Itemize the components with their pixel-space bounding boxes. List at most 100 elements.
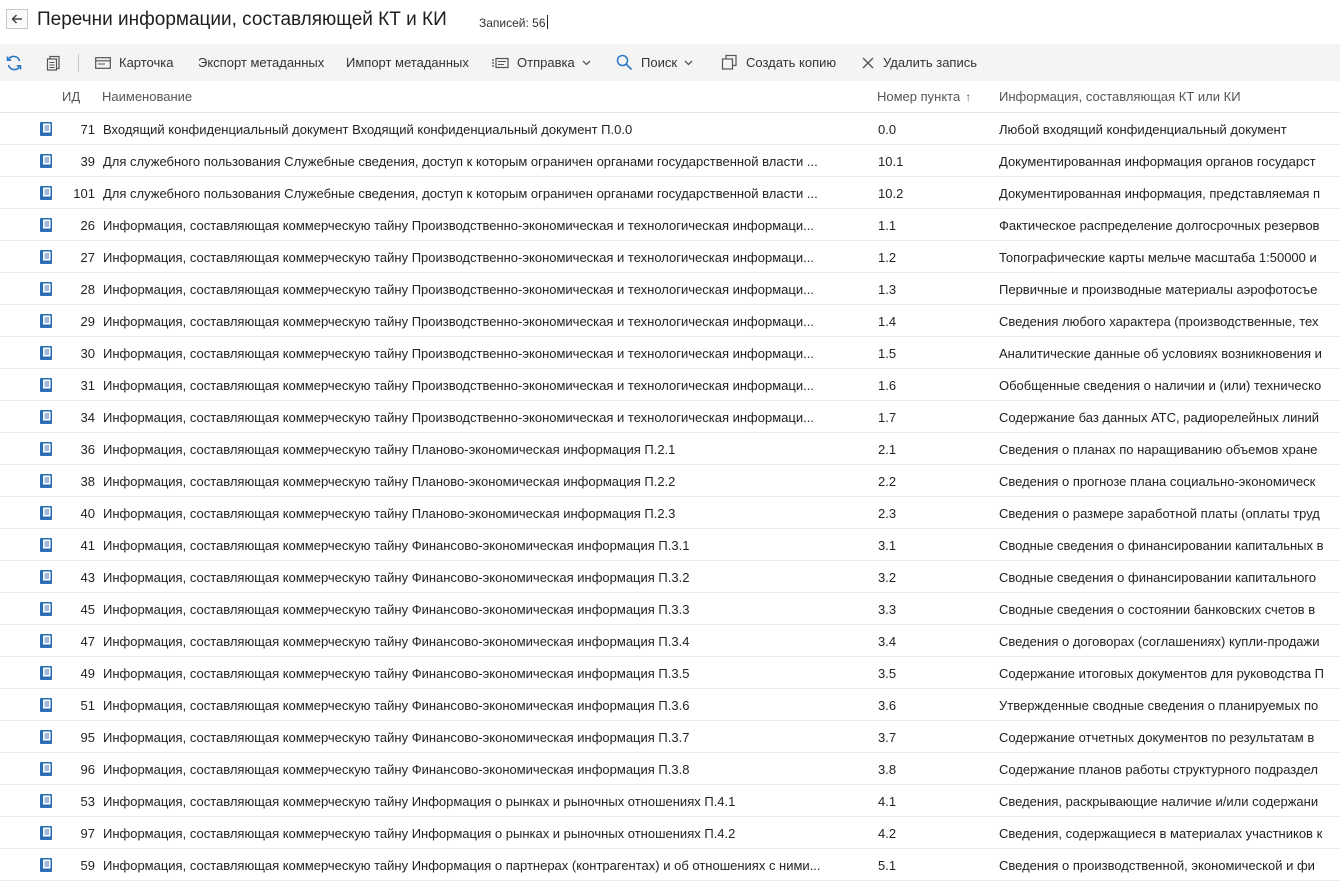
cell-name: Информация, составляющая коммерческую та… bbox=[103, 346, 814, 361]
cell-id: 28 bbox=[80, 282, 95, 297]
document-icon bbox=[40, 346, 52, 360]
cell-id: 43 bbox=[80, 570, 95, 585]
cell-id: 96 bbox=[80, 762, 95, 777]
table-row[interactable]: 29 Информация, составляющая коммерческую … bbox=[0, 305, 1340, 337]
send-dropdown[interactable]: Отправка bbox=[491, 44, 591, 81]
cell-number: 1.2 bbox=[878, 250, 897, 265]
search-label: Поиск bbox=[641, 55, 678, 70]
cell-info: Первичные и производные материалы аэрофо… bbox=[999, 282, 1318, 297]
back-arrow-icon bbox=[11, 14, 22, 24]
cell-id: 34 bbox=[80, 410, 95, 425]
refresh-icon bbox=[6, 55, 22, 70]
cell-info: Сведения о размере заработной платы (опл… bbox=[999, 506, 1320, 521]
table-row[interactable]: 31 Информация, составляющая коммерческую … bbox=[0, 369, 1340, 401]
cell-number: 10.1 bbox=[878, 154, 904, 169]
cell-name: Информация, составляющая коммерческую та… bbox=[103, 762, 690, 777]
table-row[interactable]: 45 Информация, составляющая коммерческую … bbox=[0, 593, 1340, 625]
table-row[interactable]: 39 Для служебного пользования Служебные с… bbox=[0, 145, 1340, 177]
table-row[interactable]: 59 Информация, составляющая коммерческую … bbox=[0, 849, 1340, 881]
search-dropdown[interactable]: Поиск bbox=[616, 44, 693, 81]
sort-ascending-icon: ↑ bbox=[965, 90, 972, 104]
cell-id: 53 bbox=[80, 794, 95, 809]
card-button[interactable]: Карточка bbox=[95, 44, 173, 81]
cell-name: Информация, составляющая коммерческую та… bbox=[103, 602, 690, 617]
cell-info: Сведения о планах по наращиванию объемов… bbox=[999, 442, 1318, 457]
column-header-name[interactable]: Наименование bbox=[102, 89, 192, 104]
table-row[interactable]: 34 Информация, составляющая коммерческую … bbox=[0, 401, 1340, 433]
cell-id: 40 bbox=[80, 506, 95, 521]
refresh-button[interactable] bbox=[5, 44, 23, 81]
cell-id: 30 bbox=[80, 346, 95, 361]
table-row[interactable]: 51 Информация, составляющая коммерческую … bbox=[0, 689, 1340, 721]
cell-id: 27 bbox=[80, 250, 95, 265]
table-row[interactable]: 40 Информация, составляющая коммерческую … bbox=[0, 497, 1340, 529]
table-row[interactable]: 53 Информация, составляющая коммерческую … bbox=[0, 785, 1340, 817]
column-header-number-label: Номер пункта bbox=[877, 89, 961, 104]
table-row[interactable]: 30 Информация, составляющая коммерческую … bbox=[0, 337, 1340, 369]
document-icon bbox=[40, 826, 52, 840]
cell-name: Информация, составляющая коммерческую та… bbox=[103, 794, 736, 809]
column-header-number[interactable]: Номер пункта ↑ bbox=[877, 89, 971, 104]
column-header-info[interactable]: Информация, составляющая КТ или КИ bbox=[999, 89, 1241, 104]
cell-number: 2.2 bbox=[878, 474, 897, 489]
cell-id: 38 bbox=[80, 474, 95, 489]
export-metadata-button[interactable]: Экспорт метаданных bbox=[198, 44, 324, 81]
cell-info: Сведения о прогнозе плана социально-экон… bbox=[999, 474, 1316, 489]
cell-number: 1.1 bbox=[878, 218, 897, 233]
cell-number: 1.7 bbox=[878, 410, 897, 425]
table-row[interactable]: 49 Информация, составляющая коммерческую … bbox=[0, 657, 1340, 689]
send-label: Отправка bbox=[517, 55, 575, 70]
cell-number: 4.1 bbox=[878, 794, 897, 809]
cell-number: 10.2 bbox=[878, 186, 904, 201]
cell-name: Информация, составляющая коммерческую та… bbox=[103, 666, 690, 681]
cell-info: Сводные сведения о финансировании капита… bbox=[999, 538, 1324, 553]
cell-number: 2.3 bbox=[878, 506, 897, 521]
document-icon bbox=[40, 602, 52, 616]
table-row[interactable]: 43 Информация, составляющая коммерческую … bbox=[0, 561, 1340, 593]
cell-name: Информация, составляющая коммерческую та… bbox=[103, 698, 690, 713]
cell-number: 3.6 bbox=[878, 698, 897, 713]
table-row[interactable]: 36 Информация, составляющая коммерческую … bbox=[0, 433, 1340, 465]
table-row[interactable]: 38 Информация, составляющая коммерческую … bbox=[0, 465, 1340, 497]
table-row[interactable]: 28 Информация, составляющая коммерческую … bbox=[0, 273, 1340, 305]
column-header-id[interactable]: ИД bbox=[62, 89, 80, 104]
cell-name: Входящий конфиденциальный документ Входя… bbox=[103, 122, 633, 137]
table-row[interactable]: 47 Информация, составляющая коммерческую … bbox=[0, 625, 1340, 657]
cell-id: 45 bbox=[80, 602, 95, 617]
cell-name: Информация, составляющая коммерческую та… bbox=[103, 250, 814, 265]
create-copy-button[interactable]: Создать копию bbox=[721, 44, 836, 81]
cell-info: Сводные сведения о состоянии банковских … bbox=[999, 602, 1316, 617]
send-icon bbox=[492, 57, 509, 68]
cell-name: Информация, составляющая коммерческую та… bbox=[103, 538, 690, 553]
delete-record-button[interactable]: Удалить запись bbox=[861, 44, 977, 81]
back-button[interactable] bbox=[6, 9, 28, 29]
table-row[interactable]: 41 Информация, составляющая коммерческую … bbox=[0, 529, 1340, 561]
cell-info: Содержание планов работы структурного по… bbox=[999, 762, 1318, 777]
cell-name: Информация, составляющая коммерческую та… bbox=[103, 442, 676, 457]
copy-list-button[interactable] bbox=[45, 44, 63, 81]
cell-info: Сведения, раскрывающие наличие и/или сод… bbox=[999, 794, 1319, 809]
document-icon bbox=[40, 218, 52, 232]
cell-number: 4.2 bbox=[878, 826, 897, 841]
cell-id: 36 bbox=[80, 442, 95, 457]
cell-name: Информация, составляющая коммерческую та… bbox=[103, 410, 814, 425]
cell-number: 1.6 bbox=[878, 378, 897, 393]
cell-name: Информация, составляющая коммерческую та… bbox=[103, 858, 821, 873]
table-body: 71 Входящий конфиденциальный документ Вхо… bbox=[0, 113, 1340, 881]
table-row[interactable]: 95 Информация, составляющая коммерческую … bbox=[0, 721, 1340, 753]
cell-name: Информация, составляющая коммерческую та… bbox=[103, 378, 814, 393]
cell-info: Содержание итоговых документов для руков… bbox=[999, 666, 1324, 681]
document-icon bbox=[40, 314, 52, 328]
table-row[interactable]: 96 Информация, составляющая коммерческую … bbox=[0, 753, 1340, 785]
table-row[interactable]: 26 Информация, составляющая коммерческую … bbox=[0, 209, 1340, 241]
cell-info: Содержание отчетных документов по резуль… bbox=[999, 730, 1315, 745]
cell-id: 95 bbox=[80, 730, 95, 745]
title-bar: Перечни информации, составляющей КТ и КИ… bbox=[0, 0, 1340, 44]
table-row[interactable]: 97 Информация, составляющая коммерческую … bbox=[0, 817, 1340, 849]
import-metadata-button[interactable]: Импорт метаданных bbox=[346, 44, 469, 81]
table-row[interactable]: 71 Входящий конфиденциальный документ Вхо… bbox=[0, 113, 1340, 145]
cell-name: Информация, составляющая коммерческую та… bbox=[103, 570, 690, 585]
table-row[interactable]: 101 Для служебного пользования Служебные … bbox=[0, 177, 1340, 209]
cell-number: 3.3 bbox=[878, 602, 897, 617]
table-row[interactable]: 27 Информация, составляющая коммерческую … bbox=[0, 241, 1340, 273]
